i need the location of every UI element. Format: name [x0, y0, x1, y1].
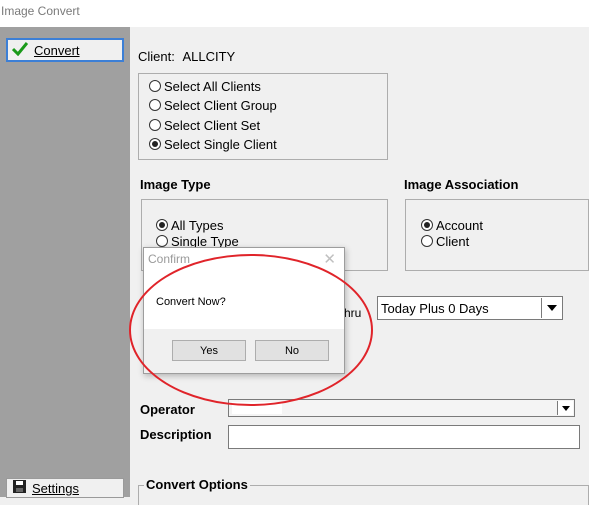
radio-account[interactable]: Account: [421, 217, 483, 233]
settings-button[interactable]: Settings: [6, 478, 124, 498]
date-range-value: Today Plus 0 Days: [381, 300, 489, 316]
date-range-combo[interactable]: Today Plus 0 Days: [377, 296, 563, 320]
client-value: ALLCITY: [182, 49, 236, 64]
chevron-down-icon: [546, 305, 557, 311]
operator-combo[interactable]: [228, 399, 575, 417]
convert-button-label: Convert: [34, 42, 80, 58]
dropdown-arrow-button[interactable]: [557, 401, 573, 415]
yes-button-label: Yes: [200, 344, 218, 357]
no-button-label: No: [284, 344, 300, 357]
confirm-dialog: Confirm ✕ Convert Now? Yes No: [143, 247, 345, 374]
window-title: Image Convert: [0, 0, 589, 27]
settings-button-label: Settings: [32, 480, 79, 496]
convert-button[interactable]: Convert: [6, 38, 124, 62]
radio-button[interactable]: [149, 119, 161, 131]
image-type-label: Image Type: [140, 177, 211, 192]
radio-all-types[interactable]: All Types: [156, 217, 224, 233]
window-title-text: Image Convert: [1, 4, 80, 18]
chevron-down-icon: [561, 405, 570, 411]
client-selection-group: Select All Clients Select Client Group S…: [138, 73, 388, 160]
radio-label: Account: [436, 217, 483, 233]
description-input[interactable]: [228, 425, 580, 449]
yes-button[interactable]: Yes: [172, 340, 246, 361]
radio-select-all-clients[interactable]: Select All Clients: [149, 78, 261, 94]
client-row: Client: ALLCITY: [138, 49, 235, 64]
client-label: Client:: [138, 49, 175, 64]
radio-button[interactable]: [421, 235, 433, 247]
radio-button-selected[interactable]: [421, 219, 433, 231]
image-association-label: Image Association: [404, 177, 519, 192]
radio-button[interactable]: [156, 235, 168, 247]
radio-button-selected[interactable]: [149, 138, 161, 150]
dialog-footer: Yes No: [144, 329, 344, 373]
radio-button[interactable]: [149, 80, 161, 92]
radio-label: Select Client Group: [164, 97, 277, 113]
radio-select-single-client[interactable]: Select Single Client: [149, 136, 277, 152]
radio-client[interactable]: Client: [421, 233, 469, 249]
radio-select-client-set[interactable]: Select Client Set: [149, 117, 260, 133]
radio-button[interactable]: [149, 99, 161, 111]
sidebar: Convert Settings: [0, 27, 130, 498]
dropdown-arrow-button[interactable]: [541, 298, 561, 318]
image-association-group: Account Client: [405, 199, 589, 271]
floppy-disk-icon: [13, 480, 26, 496]
radio-label: Select Single Client: [164, 136, 277, 152]
checkmark-icon: [11, 41, 29, 59]
radio-label: Select All Clients: [164, 78, 261, 94]
no-button[interactable]: No: [255, 340, 329, 361]
radio-label: Select Client Set: [164, 117, 261, 133]
dialog-title: Confirm: [148, 252, 191, 266]
radio-label: Client: [436, 233, 470, 249]
operator-label: Operator: [140, 402, 195, 417]
operator-value: [232, 402, 282, 414]
radio-select-client-group[interactable]: Select Client Group: [149, 97, 277, 113]
description-label: Description: [140, 427, 212, 442]
radio-label: All Types: [171, 217, 224, 233]
radio-button-selected[interactable]: [156, 219, 168, 231]
dialog-message: Convert Now?: [156, 296, 226, 308]
thru-label: hru: [344, 306, 362, 320]
close-icon[interactable]: ✕: [323, 250, 336, 268]
convert-options-label: Convert Options: [144, 477, 250, 492]
